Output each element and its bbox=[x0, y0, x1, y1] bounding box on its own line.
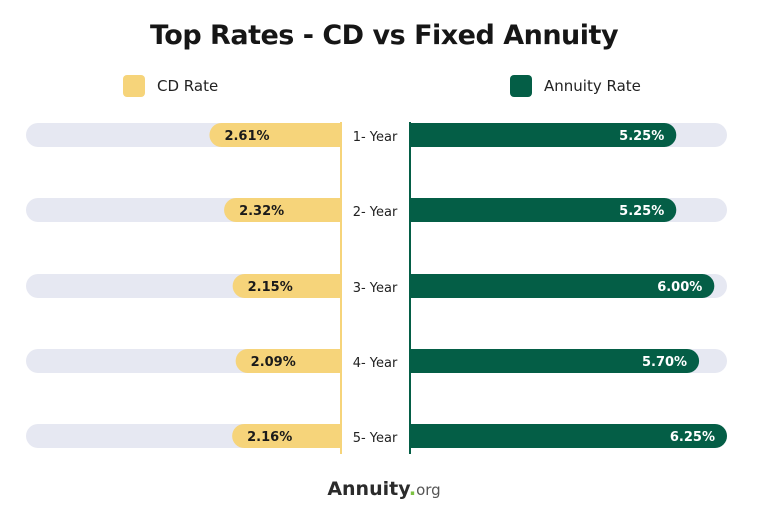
cd-bar-label: 2.09% bbox=[251, 355, 296, 370]
annuity-bar-label: 6.00% bbox=[657, 280, 702, 295]
chart-plot-area: 2.61% 5.25% 1- Year 2.32% 5.25% 2- Year 2.15% 6… bbox=[26, 122, 727, 454]
brand-suffix: org bbox=[416, 481, 441, 499]
cd-bar-label: 2.61% bbox=[224, 129, 269, 144]
brand-dot: . bbox=[408, 478, 417, 500]
annuity-bar-label: 5.70% bbox=[642, 355, 687, 370]
category-label: 2- Year bbox=[353, 205, 398, 220]
cd-bar-label: 2.15% bbox=[248, 280, 293, 295]
annuity-bar-label: 5.25% bbox=[619, 129, 664, 144]
cd-bar-label: 2.32% bbox=[239, 204, 284, 219]
category-label: 5- Year bbox=[353, 431, 398, 446]
category-label: 1- Year bbox=[353, 130, 398, 145]
brand-logo: Annuity.org bbox=[0, 478, 768, 500]
annuity-bar-label: 5.25% bbox=[619, 204, 664, 219]
category-label: 4- Year bbox=[353, 356, 398, 371]
cd-bar-label: 2.16% bbox=[247, 430, 292, 445]
brand-name: Annuity bbox=[327, 478, 409, 500]
annuity-bar-label: 6.25% bbox=[670, 430, 715, 445]
category-label: 3- Year bbox=[353, 281, 398, 296]
